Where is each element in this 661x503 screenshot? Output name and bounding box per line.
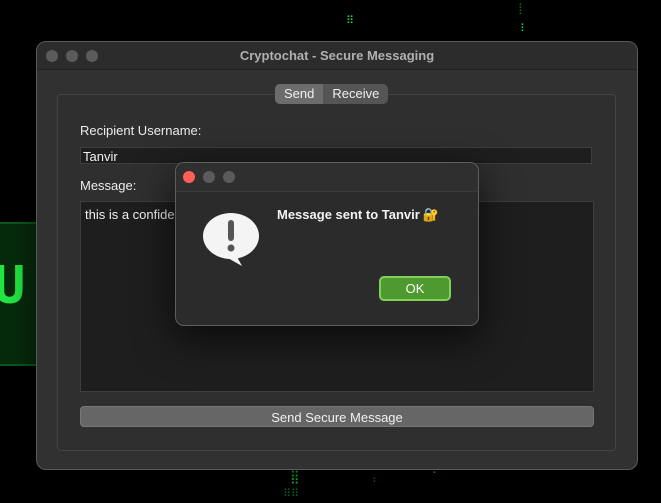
tab-receive[interactable]: Receive — [323, 84, 388, 104]
dialog-close-button[interactable] — [183, 171, 195, 183]
dialog-titlebar[interactable] — [176, 163, 478, 192]
dialog-message-text: Message sent to Tanvir — [277, 207, 420, 222]
matrix-glyph: ⣿ — [290, 470, 300, 485]
lock-icon: 🔐 — [422, 207, 439, 222]
alert-dialog: Message sent to Tanvir 🔐 OK — [175, 162, 479, 326]
alert-caution-icon — [203, 213, 259, 266]
dialog-zoom-button[interactable] — [223, 171, 235, 183]
recipient-label: Recipient Username: — [80, 123, 202, 138]
matrix-glyph: ⡄ — [372, 470, 381, 483]
window-titlebar[interactable]: Cryptochat - Secure Messaging — [37, 42, 637, 70]
matrix-glyph: ⠿⠿ — [283, 487, 300, 500]
message-label: Message: — [80, 178, 137, 193]
matrix-side-glyph: U — [0, 256, 26, 316]
matrix-glyph: ⠿ — [346, 14, 355, 27]
matrix-glyph: ⠇ — [520, 22, 529, 35]
tab-send[interactable]: Send — [275, 84, 324, 104]
ok-button[interactable]: OK — [379, 276, 451, 301]
dialog-message: Message sent to Tanvir 🔐 — [277, 207, 439, 223]
tab-bar: Send Receive — [275, 84, 389, 104]
matrix-glyph: ⠁ — [432, 470, 441, 483]
matrix-glyph: ⡇ — [518, 2, 527, 15]
dialog-minimize-button[interactable] — [203, 171, 215, 183]
send-secure-message-button[interactable]: Send Secure Message — [80, 406, 594, 427]
window-title: Cryptochat - Secure Messaging — [239, 48, 435, 63]
